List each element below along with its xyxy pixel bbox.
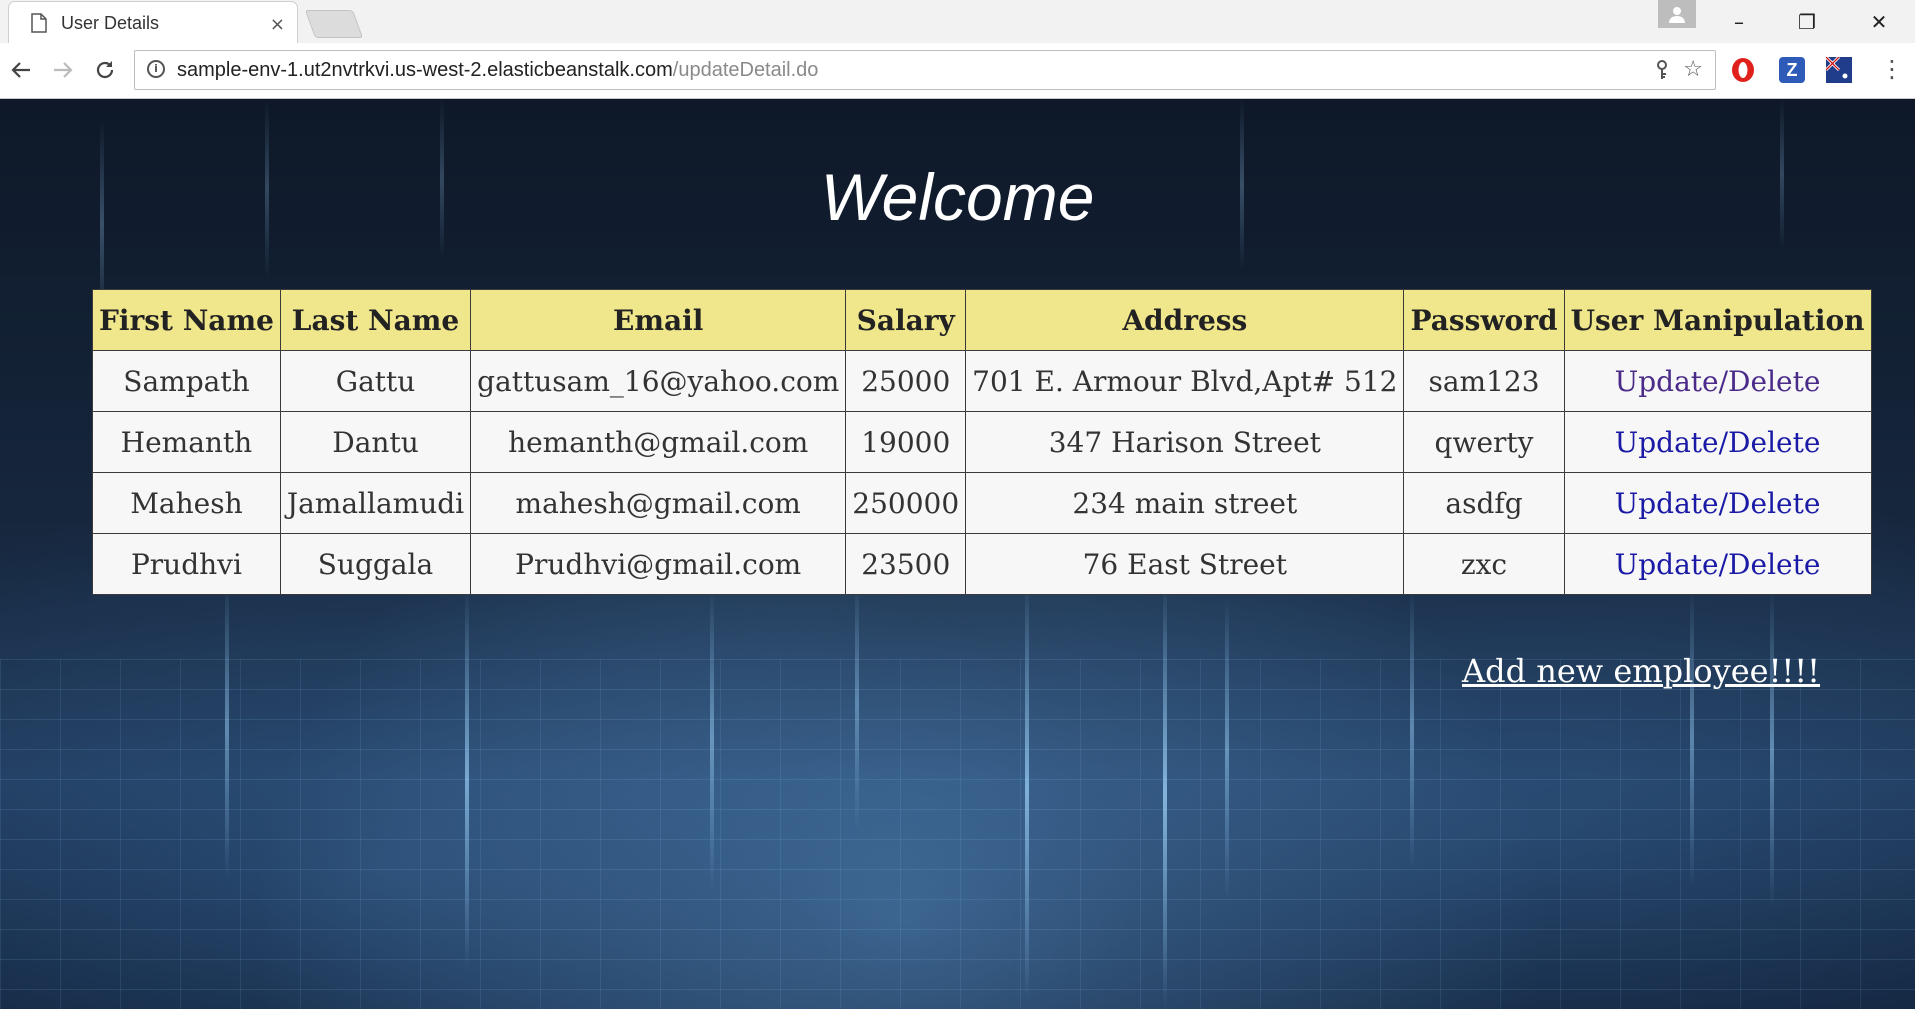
browser-titlebar: User Details × – ❐ ✕ (0, 0, 1915, 43)
table-row: Mahesh Jamallamudi mahesh@gmail.com 2500… (92, 472, 1872, 534)
z-icon[interactable]: Z (1779, 57, 1805, 83)
forward-arrow-icon (54, 62, 73, 78)
header-user-manipulation: User Manipulation (1563, 289, 1872, 351)
table-header-row: First Name Last Name Email Salary Addres… (92, 289, 1872, 351)
header-address: Address (965, 289, 1405, 351)
cell-password: qwerty (1403, 411, 1565, 473)
update-delete-link[interactable]: Update/Delete (1615, 548, 1821, 581)
back-arrow-icon (11, 62, 30, 78)
bookmark-star-icon[interactable]: ☆ (1683, 57, 1703, 82)
profile-icon[interactable] (1658, 0, 1696, 28)
url-host: sample-env-1.ut2nvtrkvi.us-west-2.elasti… (177, 59, 673, 81)
back-button[interactable] (4, 53, 38, 87)
cell-first-name: Prudhvi (92, 533, 281, 595)
cell-first-name: Mahesh (92, 472, 281, 534)
cell-email: gattusam_16@yahoo.com (470, 350, 847, 412)
update-delete-link[interactable]: Update/Delete (1615, 487, 1821, 520)
opera-icon[interactable] (1730, 57, 1756, 83)
add-new-employee-link[interactable]: Add new employee!!!! (1462, 652, 1820, 690)
cell-action: Update/Delete (1563, 472, 1872, 534)
cell-salary: 25000 (845, 350, 967, 412)
cell-last-name: Suggala (279, 533, 472, 595)
browser-toolbar: i sample-env-1.ut2nvtrkvi.us-west-2.elas… (0, 43, 1915, 99)
cell-first-name: Hemanth (92, 411, 281, 473)
cell-last-name: Gattu (279, 350, 472, 412)
page-content: Welcome First Name Last Name Email Salar… (0, 99, 1915, 1009)
cell-email: hemanth@gmail.com (470, 411, 847, 473)
light-streak (1025, 579, 1029, 999)
light-streak (465, 589, 469, 969)
cell-address: 76 East Street (965, 533, 1405, 595)
light-streak (1410, 589, 1414, 869)
light-streak (855, 579, 859, 829)
cell-salary: 19000 (845, 411, 967, 473)
url-text[interactable]: sample-env-1.ut2nvtrkvi.us-west-2.elasti… (177, 59, 818, 82)
browser-tab[interactable]: User Details × (8, 1, 298, 43)
light-streak (225, 579, 229, 879)
page-icon (31, 13, 47, 37)
header-password: Password (1403, 289, 1565, 351)
cell-action: Update/Delete (1563, 411, 1872, 473)
light-streak (1770, 589, 1774, 909)
reload-icon (96, 61, 114, 79)
table-row: Sampath Gattu gattusam_16@yahoo.com 2500… (92, 350, 1872, 412)
header-email: Email (470, 289, 847, 351)
cell-password: sam123 (1403, 350, 1565, 412)
minimize-button[interactable]: – (1705, 0, 1773, 43)
cell-action: Update/Delete (1563, 350, 1872, 412)
cell-email: Prudhvi@gmail.com (470, 533, 847, 595)
header-first-name: First Name (92, 289, 281, 351)
cell-address: 701 E. Armour Blvd,Apt# 512 (965, 350, 1405, 412)
cell-password: asdfg (1403, 472, 1565, 534)
address-bar[interactable]: i sample-env-1.ut2nvtrkvi.us-west-2.elas… (134, 50, 1716, 90)
site-info-icon[interactable]: i (147, 60, 165, 78)
header-last-name: Last Name (279, 289, 472, 351)
light-streak (1690, 589, 1694, 889)
light-streak (1163, 579, 1167, 1009)
flag-icon[interactable] (1826, 57, 1852, 83)
background-grid (0, 659, 1915, 1009)
url-path: /updateDetail.do (672, 59, 819, 81)
light-streak (710, 589, 714, 889)
table-row: Prudhvi Suggala Prudhvi@gmail.com 23500 … (92, 533, 1872, 595)
cell-last-name: Dantu (279, 411, 472, 473)
forward-button[interactable] (46, 53, 80, 87)
chrome-menu-icon[interactable]: ⋮ (1880, 55, 1904, 83)
update-delete-link[interactable]: Update/Delete (1615, 365, 1821, 398)
close-window-button[interactable]: ✕ (1845, 0, 1913, 43)
tab-title: User Details (61, 13, 160, 33)
cell-salary: 23500 (845, 533, 967, 595)
tab-close-icon[interactable]: × (270, 14, 285, 35)
light-streak (1225, 599, 1229, 899)
cell-password: zxc (1403, 533, 1565, 595)
reload-button[interactable] (88, 53, 122, 87)
cell-last-name: Jamallamudi (279, 472, 472, 534)
header-salary: Salary (845, 289, 967, 351)
restore-button[interactable]: ❐ (1773, 0, 1841, 43)
users-table: First Name Last Name Email Salary Addres… (92, 289, 1872, 595)
new-tab-button[interactable] (304, 10, 364, 38)
key-icon[interactable] (1655, 60, 1669, 85)
cell-salary: 250000 (845, 472, 967, 534)
cell-action: Update/Delete (1563, 533, 1872, 595)
page-title: Welcome (820, 160, 1095, 234)
cell-address: 234 main street (965, 472, 1405, 534)
update-delete-link[interactable]: Update/Delete (1615, 426, 1821, 459)
cell-email: mahesh@gmail.com (470, 472, 847, 534)
cell-first-name: Sampath (92, 350, 281, 412)
cell-address: 347 Harison Street (965, 411, 1405, 473)
table-row: Hemanth Dantu hemanth@gmail.com 19000 34… (92, 411, 1872, 473)
